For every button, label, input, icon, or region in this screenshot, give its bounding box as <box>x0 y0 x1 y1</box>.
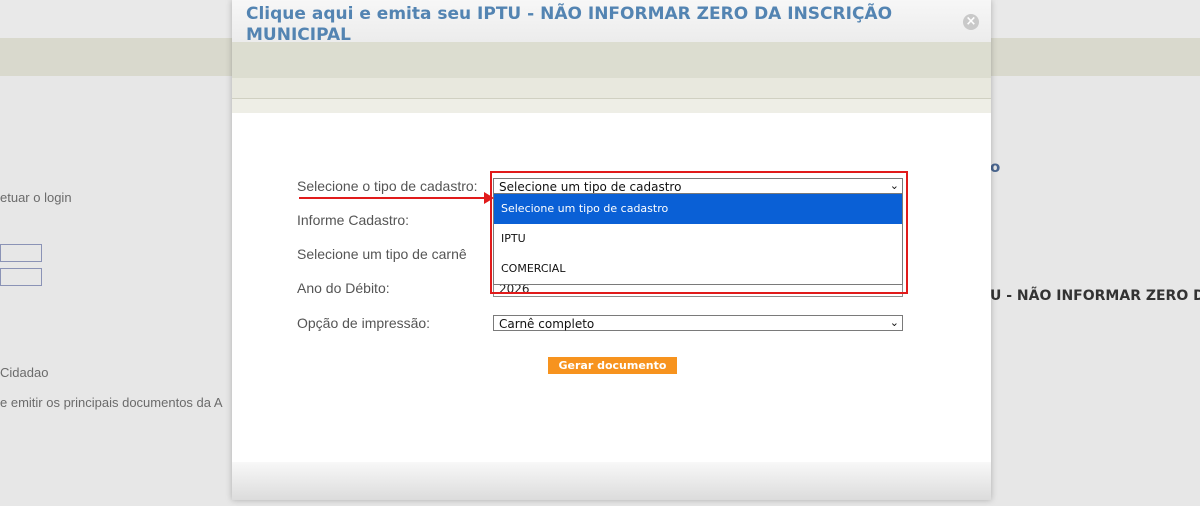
modal-footer <box>232 462 991 500</box>
opcao-impressao-label: Opção de impressão: <box>297 315 431 331</box>
login-hint-text: etuar o login <box>0 190 72 205</box>
arrow-annotation <box>299 197 485 199</box>
arrow-head-icon <box>484 192 494 204</box>
gerar-documento-button[interactable]: Gerar documento <box>548 357 677 374</box>
modal-header: Clique aqui e emita seu IPTU - NÃO INFOR… <box>232 0 991 45</box>
opcao-impressao-selected-value: Carnê completo <box>499 317 595 331</box>
background-description-text: e emitir os principais documentos da A <box>0 395 223 410</box>
tipo-cadastro-label: Selecione o tipo de cadastro: <box>297 178 478 194</box>
cidadao-text: Cidadao <box>0 365 49 380</box>
opcao-impressao-select[interactable]: Carnê completo ⌄ <box>493 315 903 331</box>
informe-cadastro-label: Informe Cadastro: <box>297 212 410 228</box>
chevron-down-icon: ⌄ <box>889 316 899 329</box>
iptu-modal: Clique aqui e emita seu IPTU - NÃO INFOR… <box>232 0 991 500</box>
background-username-input[interactable] <box>0 244 42 262</box>
tipo-carne-label: Selecione um tipo de carnê <box>297 246 467 262</box>
modal-band <box>232 99 991 113</box>
modal-band <box>232 78 991 99</box>
background-title-fragment: U - NÃO INFORMAR ZERO D <box>990 288 1200 304</box>
highlight-box <box>490 171 908 294</box>
modal-band <box>232 42 991 78</box>
background-link-fragment[interactable]: o <box>990 158 1000 176</box>
close-icon[interactable]: × <box>963 14 979 30</box>
modal-title: Clique aqui e emita seu IPTU - NÃO INFOR… <box>246 4 893 45</box>
background-password-input[interactable] <box>0 268 42 286</box>
ano-debito-label: Ano do Débito: <box>297 280 390 296</box>
